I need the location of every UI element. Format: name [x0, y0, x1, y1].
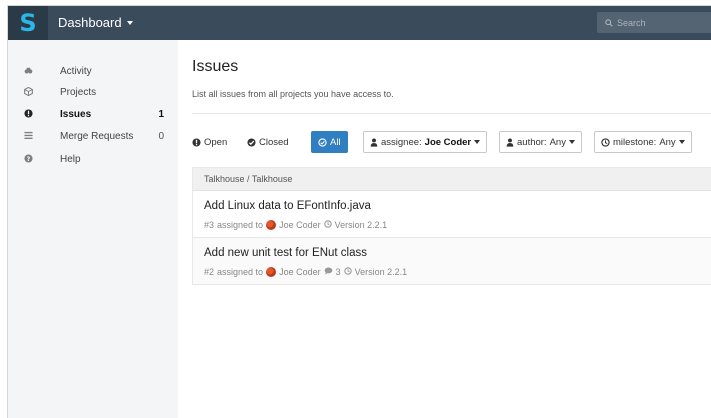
- issue-milestone[interactable]: Version 2.2.1: [355, 267, 408, 277]
- assigned-label: assigned to: [217, 267, 264, 277]
- svg-text:?: ?: [26, 156, 30, 163]
- comments-icon: [324, 267, 333, 277]
- sidebar-item-label: Issues: [60, 108, 92, 120]
- caret-down-icon: [568, 140, 575, 144]
- issue-meta: #3 assigned to Joe Coder Version 2.2.1: [204, 220, 387, 230]
- issue-list: Talkhouse / Talkhouse Add Linux data to …: [192, 167, 711, 285]
- issue-title[interactable]: Add Linux data to EFontInfo.java: [204, 200, 371, 212]
- author-prefix: author:: [517, 136, 547, 148]
- issues-icon: [22, 108, 34, 120]
- app-window: S Dashboard Activity Projects: [7, 5, 711, 418]
- main-content: Issues List all issues from all projects…: [178, 40, 711, 418]
- activity-icon: [22, 66, 34, 77]
- issue-meta: #2 assigned to Joe Coder 3 Version 2.2.1: [204, 267, 407, 277]
- issue-row[interactable]: Add Linux data to EFontInfo.java #3 assi…: [193, 191, 711, 238]
- user-icon: [370, 137, 378, 147]
- sidebar-item-issues[interactable]: Issues 1: [8, 105, 178, 123]
- filter-open[interactable]: Open: [192, 131, 227, 153]
- logo-icon: S: [19, 9, 37, 37]
- avatar: [266, 267, 277, 277]
- all-issues-icon: [318, 137, 327, 147]
- dashboard-label: Dashboard: [58, 15, 122, 30]
- assigned-label: assigned to: [217, 220, 264, 230]
- merge-requests-count-badge: 0: [158, 130, 164, 142]
- issue-row[interactable]: Add new unit test for ENut class #2 assi…: [193, 238, 711, 285]
- issue-comment-count: 3: [335, 267, 341, 277]
- milestone-clock-icon: [323, 220, 332, 230]
- clock-icon: [601, 137, 610, 147]
- milestone-prefix: milestone:: [613, 136, 657, 148]
- caret-down-icon: [678, 140, 685, 144]
- issue-milestone[interactable]: Version 2.2.1: [335, 220, 388, 230]
- filter-open-label: Open: [204, 136, 228, 148]
- filter-closed-label: Closed: [259, 136, 289, 148]
- author-dropdown[interactable]: author: Any: [499, 131, 582, 153]
- milestone-dropdown[interactable]: milestone: Any: [594, 131, 692, 153]
- sidebar-item-activity[interactable]: Activity: [8, 62, 178, 80]
- dashboard-dropdown[interactable]: Dashboard: [58, 15, 133, 30]
- filter-all-label: All: [330, 136, 341, 148]
- sidebar-item-label: Merge Requests: [60, 130, 134, 142]
- issue-filters: Open Closed All assignee: Joe Coder auth…: [192, 131, 711, 153]
- project-group-header[interactable]: Talkhouse / Talkhouse: [193, 168, 711, 191]
- author-value: Any: [549, 136, 566, 148]
- assignee-prefix: assignee:: [381, 136, 422, 148]
- divider: [192, 113, 711, 114]
- caret-down-icon: [474, 140, 481, 144]
- issues-count-badge: 1: [158, 108, 164, 120]
- open-issue-icon: [192, 137, 201, 147]
- issue-number: #3: [204, 220, 215, 230]
- search-icon: [605, 18, 613, 27]
- sidebar-item-help[interactable]: ? Help: [8, 150, 178, 168]
- issue-number: #2: [204, 267, 215, 277]
- assignee-value: Joe Coder: [424, 136, 472, 148]
- sidebar-item-projects[interactable]: Projects: [8, 83, 178, 101]
- page-subtitle: List all issues from all projects you ha…: [192, 89, 394, 99]
- caret-down-icon: [126, 20, 133, 25]
- sidebar-item-label: Activity: [60, 65, 92, 77]
- top-navbar: S Dashboard: [8, 6, 711, 40]
- sidebar-item-label: Projects: [60, 86, 97, 98]
- projects-icon: [22, 86, 34, 98]
- check-circle-icon: [247, 137, 256, 147]
- assignee-dropdown[interactable]: assignee: Joe Coder: [363, 131, 488, 153]
- milestone-clock-icon: [343, 267, 352, 277]
- filter-all[interactable]: All: [311, 131, 348, 153]
- issue-assignee[interactable]: Joe Coder: [279, 267, 321, 277]
- help-icon: ?: [22, 153, 34, 165]
- sidebar: Activity Projects Issues 1 Merge Request…: [8, 40, 178, 418]
- logo[interactable]: S: [8, 6, 48, 40]
- search-box[interactable]: [597, 12, 711, 33]
- avatar: [266, 220, 277, 230]
- user-icon: [506, 137, 514, 147]
- merge-requests-icon: [22, 131, 34, 142]
- issue-assignee[interactable]: Joe Coder: [279, 220, 321, 230]
- page-title: Issues: [192, 58, 239, 75]
- sidebar-item-label: Help: [60, 153, 81, 165]
- search-input[interactable]: [617, 17, 707, 28]
- sidebar-item-merge-requests[interactable]: Merge Requests 0: [8, 127, 178, 145]
- filter-closed[interactable]: Closed: [247, 131, 289, 153]
- milestone-value: Any: [659, 136, 676, 148]
- issue-title[interactable]: Add new unit test for ENut class: [204, 247, 367, 259]
